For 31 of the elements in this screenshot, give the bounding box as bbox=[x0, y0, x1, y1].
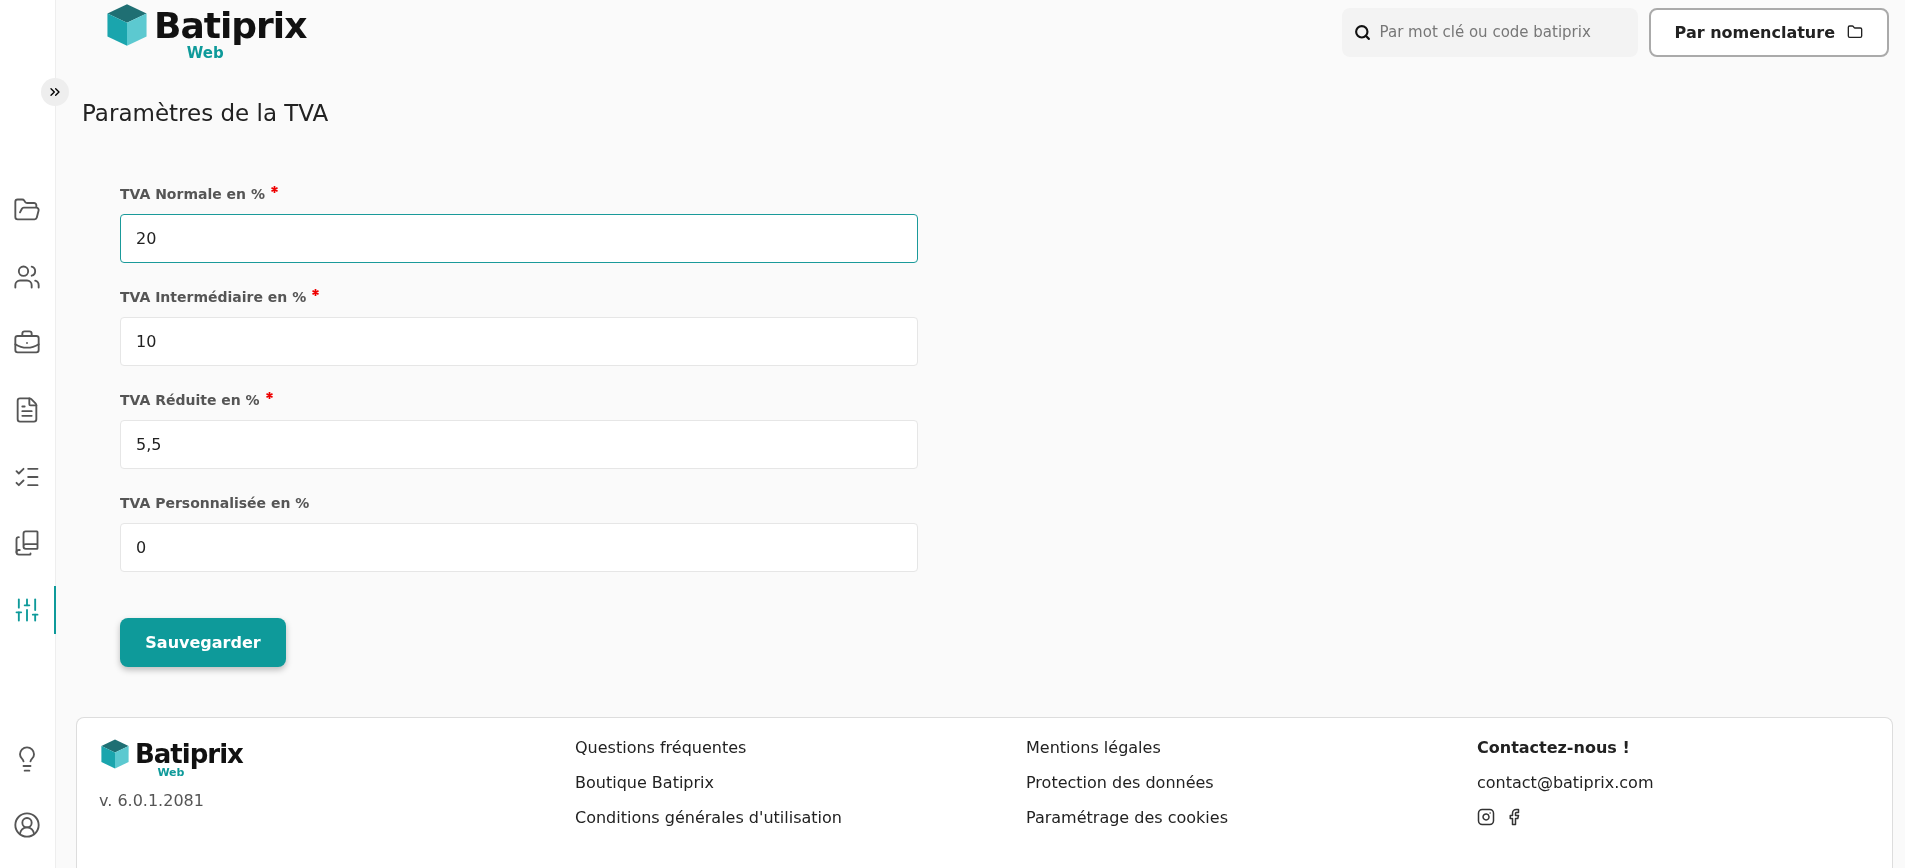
logo-subtitle: Web bbox=[157, 766, 185, 779]
footer-link[interactable]: Mentions légales bbox=[1026, 738, 1477, 757]
nomenclature-button[interactable]: Par nomenclature bbox=[1648, 7, 1889, 57]
footer-link[interactable]: Questions fréquentes bbox=[575, 738, 1026, 757]
page-title: Paramètres de la TVA bbox=[82, 100, 330, 126]
cube-icon bbox=[104, 2, 150, 48]
field-label: TVA Personnalisée en % bbox=[120, 495, 310, 511]
field-label: TVA Intermédiaire en % bbox=[120, 289, 307, 305]
input-field[interactable]: 0 bbox=[120, 523, 918, 572]
footer-link[interactable]: Boutique Batiprix bbox=[575, 773, 1026, 792]
contact-heading: Contactez-nous ! bbox=[1477, 738, 1631, 757]
footer-link[interactable]: Conditions générales d'utilisation bbox=[575, 808, 1026, 827]
folder-icon bbox=[1847, 24, 1863, 40]
instagram-icon[interactable] bbox=[1477, 808, 1495, 826]
logo-text: Batiprix bbox=[154, 4, 307, 46]
search-icon bbox=[1353, 23, 1371, 41]
logo-text: Batiprix bbox=[135, 739, 243, 769]
field-label: TVA Réduite en % bbox=[120, 392, 260, 408]
email-link[interactable]: contact@batiprix.com bbox=[1477, 773, 1870, 792]
user-icon bbox=[12, 811, 41, 840]
version-text: v. 6.0.1.2081 bbox=[99, 791, 204, 810]
input-field[interactable]: 5,5 bbox=[120, 420, 918, 469]
input-field[interactable]: 10 bbox=[120, 317, 918, 366]
field-label: TVA Normale en % bbox=[120, 186, 265, 202]
cube-icon bbox=[99, 738, 131, 770]
footer-link[interactable]: Paramétrage des cookies bbox=[1026, 808, 1477, 827]
logo-subtitle: Web bbox=[186, 44, 224, 62]
footer-link[interactable]: Protection des données bbox=[1026, 773, 1477, 792]
expand-button[interactable] bbox=[41, 78, 69, 106]
search-field[interactable]: Par mot clé ou code batiprix bbox=[1341, 7, 1638, 57]
input-field[interactable]: 20 bbox=[120, 214, 918, 263]
